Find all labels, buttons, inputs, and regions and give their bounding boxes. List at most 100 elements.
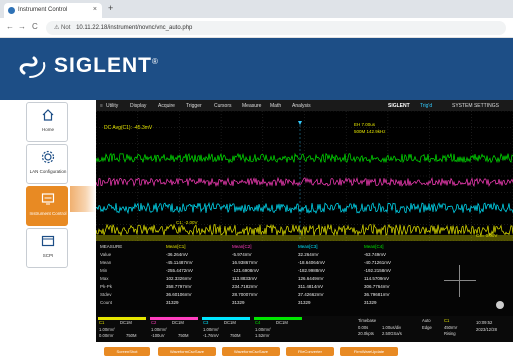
sidebar-item-label: Home bbox=[41, 127, 54, 132]
measure-header: Mean[C4] bbox=[364, 244, 384, 249]
trigger-status: Trig'd bbox=[420, 103, 433, 109]
gear-icon bbox=[41, 150, 55, 164]
siglent-logo: SIGLENT® bbox=[54, 54, 159, 77]
menu-toggle-icon[interactable] bbox=[496, 301, 504, 309]
house-icon bbox=[42, 109, 54, 121]
waveform-grid[interactable]: DC Avg(C1): -45.3mV EH 7.00us 500M 142.9kH… bbox=[96, 111, 513, 241]
channel-offset: 0.00mV bbox=[99, 333, 114, 338]
channel-name: C2 bbox=[151, 320, 157, 325]
channel-name: C1 bbox=[99, 320, 105, 325]
tab-title: Instrument Control bbox=[18, 7, 68, 13]
timebase-box[interactable]: Timebase 0.00s 1.00us/div 20.0kpts 2.50GSa/s bbox=[358, 318, 418, 340]
trigger-source: C1 bbox=[444, 318, 450, 323]
sidebar-item-scpi[interactable]: SCPI bbox=[26, 228, 68, 268]
crosshair-icon[interactable] bbox=[440, 261, 480, 301]
measure-value: 36.79681mV bbox=[364, 292, 390, 297]
sidebar-item-lan[interactable]: LAN Configuration bbox=[26, 144, 68, 184]
channel-coupling: DC1M bbox=[276, 320, 288, 325]
url-text: 10.11.22.18/instrument/novnc/vnc_auto.ph… bbox=[76, 25, 193, 31]
sidebar-item-home[interactable]: Home bbox=[26, 102, 68, 142]
measure-value: -18.64064mV bbox=[298, 260, 326, 265]
channel-status-bar: C1 DC1M 1.00mV/0.00mV 750M C2 DC1M 1.00mV/-100… bbox=[96, 316, 513, 342]
trigger-slope: Rising bbox=[444, 331, 456, 336]
waveform-csv-save-button[interactable]: WaveformCsvSave bbox=[158, 347, 216, 356]
sidebar-item-label: LAN Configuration bbox=[29, 169, 67, 174]
back-button[interactable]: ← bbox=[6, 22, 14, 31]
channel-offset: 1.52mV bbox=[255, 333, 270, 338]
channel-box-c4[interactable]: C4 DC1M 1.00mV/1.52mV bbox=[254, 317, 302, 341]
tab-close-icon[interactable]: × bbox=[93, 6, 97, 13]
channel-coupling: DC1M bbox=[224, 320, 236, 325]
measure-value: 358.7797mV bbox=[166, 284, 192, 289]
channel-scale: 1.00mV/ bbox=[151, 327, 167, 332]
menu-measure[interactable]: Measure bbox=[242, 103, 261, 109]
forward-button[interactable]: → bbox=[18, 22, 26, 31]
measure-row-label: Min bbox=[100, 268, 108, 273]
measure-value: -182.9988mV bbox=[298, 268, 326, 273]
measure-value: 31329 bbox=[232, 300, 245, 305]
reload-button[interactable]: C bbox=[32, 22, 38, 31]
scope-brand: SIGLENT bbox=[388, 103, 410, 109]
measure-row-label: Max bbox=[100, 276, 109, 281]
measure-value: 311.4814mV bbox=[298, 284, 324, 289]
channel-box-c1[interactable]: C1 DC1M 1.00mV/0.00mV 750M bbox=[98, 317, 146, 341]
security-warning[interactable]: ⚠ Not bbox=[54, 25, 70, 31]
channel-box-c3[interactable]: C3 DC1M 1.00mV/-1.76mV 750M bbox=[202, 317, 250, 341]
menu-math[interactable]: Math bbox=[270, 103, 281, 109]
measure-value: 114.5709mV bbox=[364, 276, 390, 281]
measure-row-label: Mean bbox=[100, 260, 112, 265]
screenshot-button[interactable]: ScreenShot bbox=[104, 347, 150, 356]
channel-scale: 1.00mV/ bbox=[203, 327, 219, 332]
measure-value: -192.2158mV bbox=[364, 268, 392, 273]
sidebar-item-label: Instrument Control bbox=[29, 211, 67, 216]
measure-row-label: Pk-Pk bbox=[100, 284, 113, 289]
channel-extra: 750M bbox=[178, 333, 189, 338]
menu-utility[interactable]: Utility bbox=[106, 103, 118, 109]
channel-scale: 1.00mV/ bbox=[255, 327, 271, 332]
clock: 10:09:52 2023/12/28 bbox=[476, 320, 512, 340]
channel-coupling: DC1M bbox=[172, 320, 184, 325]
timebase-delay: 0.00s bbox=[358, 325, 369, 330]
browser-tab[interactable]: Instrument Control × bbox=[4, 3, 102, 18]
clock-date: 2023/12/28 bbox=[476, 327, 497, 332]
sidebar-item-instrument-control[interactable]: Instrument Control bbox=[26, 186, 68, 226]
firmware-update-button[interactable]: FirmWareUpdate bbox=[340, 347, 398, 356]
menu-cursors[interactable]: Cursors bbox=[214, 103, 232, 109]
measure-header: Mean[C1] bbox=[166, 244, 186, 249]
file-converter-button[interactable]: FileConverter bbox=[286, 347, 334, 356]
menu-trigger[interactable]: Trigger bbox=[186, 103, 202, 109]
measure-header: Mean[C3] bbox=[298, 244, 318, 249]
favicon-icon bbox=[8, 7, 15, 14]
menu-analysis[interactable]: Analysis bbox=[292, 103, 311, 109]
measure-value: 306.7764mV bbox=[364, 284, 390, 289]
waveform-csv-save-button-2[interactable]: WaveformCsvSave bbox=[222, 347, 280, 356]
trigger-position-marker bbox=[298, 121, 302, 125]
active-indicator bbox=[70, 186, 96, 212]
dc-avg-label: DC Avg(C1): -45.3mV bbox=[104, 125, 153, 131]
timebase-scale: 1.00us/div bbox=[382, 325, 402, 330]
url-field[interactable]: ⚠ Not 10.11.22.18/instrument/novnc/vnc_a… bbox=[46, 21, 506, 35]
waveform-c4 bbox=[96, 152, 513, 164]
measure-row-label: Value bbox=[100, 252, 112, 257]
measure-row-label: Count bbox=[100, 300, 113, 305]
measure-value: 31329 bbox=[298, 300, 311, 305]
menu-display[interactable]: Display bbox=[130, 103, 146, 109]
channel-coupling: DC1M bbox=[120, 320, 132, 325]
measure-value: 16.93867mV bbox=[232, 260, 258, 265]
hamburger-icon[interactable]: ≡ bbox=[100, 103, 103, 109]
timebase-info: EH 7.00us bbox=[354, 122, 376, 127]
measure-value: 102.3326mV bbox=[166, 276, 192, 281]
timebase-sample-rate: 2.50GSa/s bbox=[382, 331, 402, 336]
trigger-box[interactable]: Auto C1 Edge 450mV Rising bbox=[422, 318, 472, 340]
system-settings-button[interactable]: SYSTEM SETTINGS bbox=[452, 103, 499, 109]
oscilloscope-screen[interactable]: ≡ Utility Display Acquire Trigger Cursor… bbox=[96, 100, 513, 342]
channel-box-c2[interactable]: C2 DC1M 1.00mV/-100uV 750M bbox=[150, 317, 198, 341]
trigger-mode: Auto bbox=[422, 318, 431, 323]
bottom-button-bar: ScreenShot WaveformCsvSave WaveformCsvSa… bbox=[96, 342, 513, 359]
timebase-points: 20.0kpts bbox=[358, 331, 374, 336]
timebase-label: Timebase bbox=[358, 318, 377, 323]
new-tab-button[interactable]: + bbox=[108, 3, 113, 13]
menu-acquire[interactable]: Acquire bbox=[158, 103, 175, 109]
measure-value: -40.71261mV bbox=[364, 260, 392, 265]
waveform-c2 bbox=[96, 176, 513, 188]
